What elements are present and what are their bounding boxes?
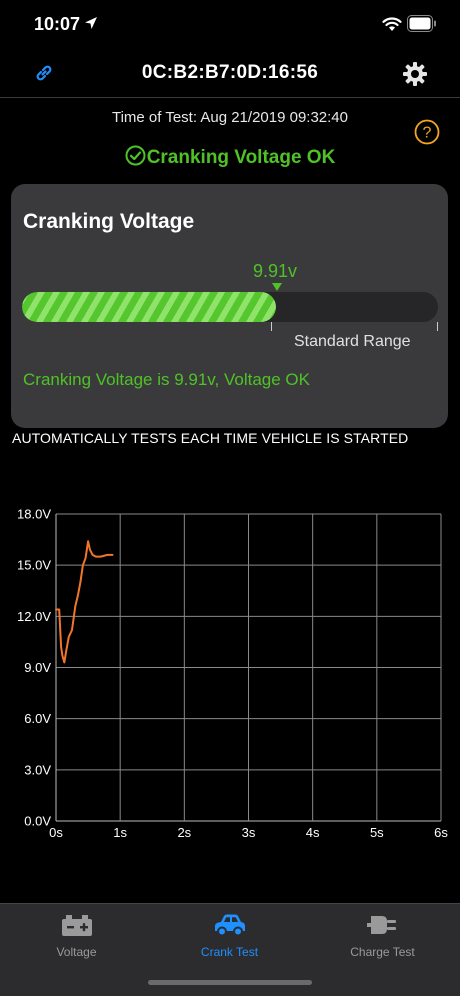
reading-marker-icon	[272, 283, 282, 291]
time-of-test-label: Time of Test:	[111, 109, 198, 126]
tab-crank-test[interactable]: Crank Test	[153, 912, 306, 968]
voltage-reading: 9.91v	[252, 261, 298, 281]
y-tick-label: 12.0V	[17, 609, 51, 624]
plug-icon	[366, 916, 396, 934]
tab-voltage[interactable]: Voltage	[0, 912, 153, 968]
voltage-series-line	[55, 540, 114, 664]
y-tick-label: 0.0V	[24, 814, 51, 829]
home-indicator	[148, 980, 312, 985]
test-status-text: Cranking Voltage OK	[146, 147, 336, 168]
battery-icon	[61, 915, 92, 936]
status-time: 10:07	[34, 14, 81, 34]
device-address-title: 0C:B2:B7:0D:16:56	[141, 62, 319, 83]
x-tick-label: 6s	[434, 825, 448, 840]
auto-test-note: AUTOMATICALLY TESTS EACH TIME VEHICLE IS…	[12, 430, 409, 446]
x-tick-label: 5s	[370, 825, 384, 840]
wifi-icon	[382, 17, 402, 31]
svg-text:?: ?	[423, 125, 432, 142]
time-of-test-row: Time of Test: Aug 21/2019 09:32:40	[0, 109, 460, 126]
tab-label: Voltage	[56, 945, 97, 959]
car-icon	[214, 914, 245, 937]
range-tick-start	[271, 322, 272, 331]
time-of-test-value: Aug 21/2019 09:32:40	[200, 109, 348, 126]
tab-label: Crank Test	[200, 945, 259, 959]
nav-bar: 0C:B2:B7:0D:16:56	[0, 50, 460, 98]
card-title: Cranking Voltage	[23, 210, 195, 233]
y-tick-label: 18.0V	[17, 507, 51, 522]
card-message: Cranking Voltage is 9.91v, Voltage OK	[23, 370, 310, 389]
voltage-chart: 0.0V 3.0V 6.0V 9.0V 12.0V 15.0V 18.0V 0s 1s 2s 3s 4…	[17, 507, 448, 841]
voltage-bar-fill	[22, 292, 276, 322]
battery-status-icon	[407, 15, 436, 32]
x-tick-label: 4s	[306, 825, 320, 840]
cranking-voltage-card: Cranking Voltage 9.91v Standard Range Cr…	[11, 184, 448, 428]
y-tick-label: 6.0V	[24, 711, 51, 726]
help-icon[interactable]: ?	[414, 119, 440, 145]
gear-icon[interactable]	[402, 61, 428, 87]
x-tick-label: 2s	[177, 825, 191, 840]
x-tick-label: 0s	[49, 825, 63, 840]
x-tick-label: 3s	[242, 825, 256, 840]
range-tick-end	[437, 322, 438, 331]
location-arrow-icon	[85, 17, 97, 29]
check-circle-icon	[125, 145, 146, 166]
test-status: Cranking Voltage OK	[0, 145, 460, 169]
x-tick-label: 1s	[113, 825, 127, 840]
tab-label: Charge Test	[350, 945, 415, 959]
y-tick-label: 9.0V	[24, 660, 51, 675]
status-bar: 10:07	[0, 0, 460, 50]
tab-charge-test[interactable]: Charge Test	[306, 912, 459, 968]
y-tick-label: 15.0V	[17, 558, 51, 573]
y-tick-label: 3.0V	[24, 762, 51, 777]
voltage-bar	[22, 292, 438, 322]
standard-range-label: Standard Range	[294, 333, 411, 350]
